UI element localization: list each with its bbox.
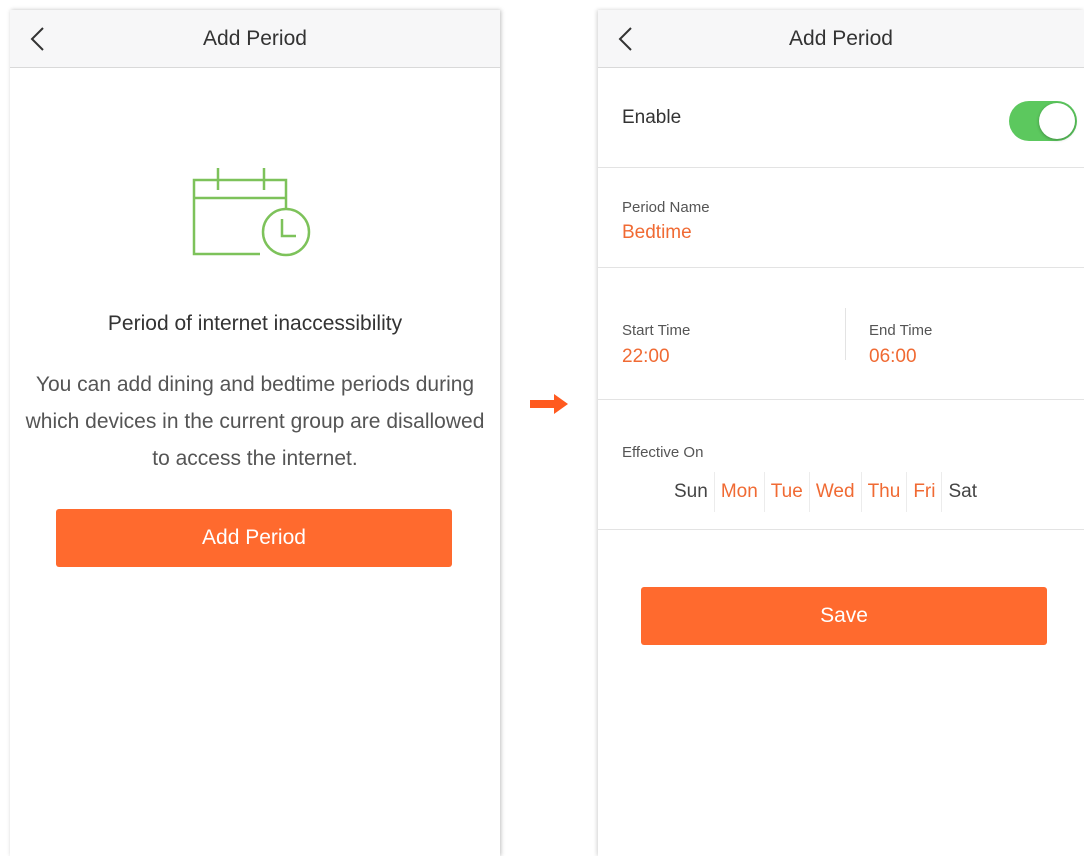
calendar-clock-icon [192, 168, 311, 257]
start-time-value[interactable]: 22:00 [622, 346, 670, 368]
start-time-label: Start Time [622, 322, 691, 339]
save-button[interactable]: Save [641, 587, 1047, 645]
add-period-form-screen: Add Period Enable Period Name Bedtime St… [598, 10, 1084, 856]
nav-bar: Add Period [10, 10, 500, 68]
toggle-knob [1039, 103, 1075, 139]
day-selector: Sun Mon Tue Wed Thu Fri Sat [668, 472, 983, 512]
day-thu[interactable]: Thu [860, 472, 907, 512]
nav-bar: Add Period [598, 10, 1084, 68]
day-tue[interactable]: Tue [763, 472, 809, 512]
effective-days-row: Effective On Sun Mon Tue Wed Thu Fri Sat [598, 400, 1084, 530]
day-sat[interactable]: Sat [941, 472, 983, 512]
time-divider [845, 308, 846, 360]
enable-row: Enable [598, 68, 1084, 168]
page-title: Add Period [203, 27, 307, 50]
empty-state-title: Period of internet inaccessibility [107, 312, 403, 335]
right-arrow-icon [530, 394, 568, 414]
effective-on-label: Effective On [622, 444, 704, 461]
day-mon[interactable]: Mon [713, 472, 764, 512]
add-period-button[interactable]: Add Period [56, 509, 452, 567]
day-fri[interactable]: Fri [906, 472, 941, 512]
day-sun[interactable]: Sun [668, 472, 714, 512]
period-name-label: Period Name [622, 199, 710, 216]
period-name-value[interactable]: Bedtime [622, 222, 692, 244]
end-time-label: End Time [869, 322, 933, 339]
day-wed[interactable]: Wed [808, 472, 861, 512]
page-title: Add Period [789, 27, 893, 50]
empty-state-screen: Add Period Period of internet inaccessib… [10, 10, 500, 856]
time-row: Start Time 22:00 End Time 06:00 [598, 268, 1084, 400]
empty-state-description: You can add dining and bedtime periods d… [25, 373, 485, 470]
period-name-row[interactable]: Period Name Bedtime [598, 168, 1084, 268]
enable-toggle[interactable] [1009, 101, 1077, 141]
enable-label: Enable [622, 107, 682, 128]
end-time-value[interactable]: 06:00 [869, 346, 917, 368]
